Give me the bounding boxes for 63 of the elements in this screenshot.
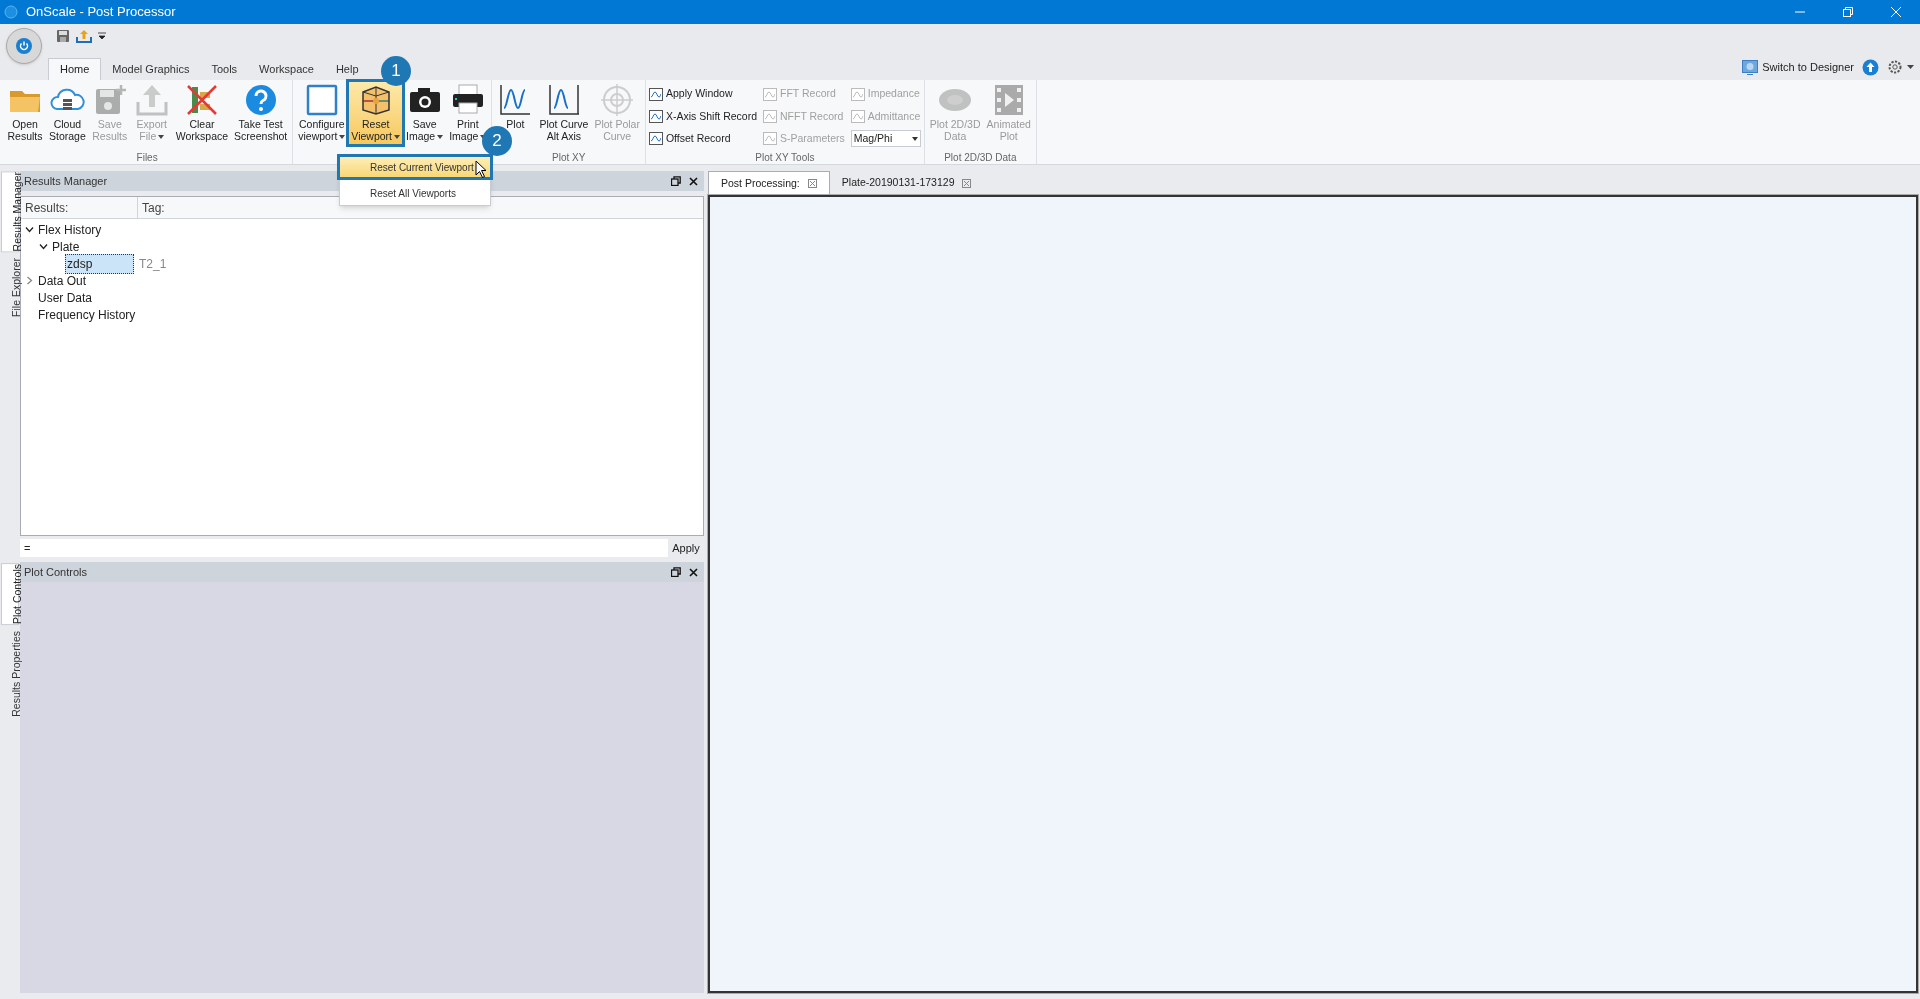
float-icon[interactable] [671, 567, 681, 577]
ribbon-small-button[interactable]: Offset Record [648, 130, 757, 148]
group-label: Files [136, 152, 158, 163]
filter-field[interactable]: = [20, 539, 668, 557]
panel-title: Plot Controls [24, 564, 87, 580]
ribbon-tab[interactable]: Help [324, 58, 370, 80]
caret-icon [339, 135, 346, 140]
app-icon [4, 5, 18, 19]
restore-icon[interactable] [1842, 6, 1854, 18]
ribbon-button[interactable]: Configure viewport [296, 82, 348, 144]
save-icon[interactable] [56, 29, 70, 43]
chevron-down-icon[interactable] [39, 242, 48, 251]
caret-icon [394, 135, 400, 140]
settings-icon[interactable] [1887, 59, 1903, 75]
power-button[interactable] [6, 28, 42, 64]
caret-icon [911, 136, 918, 141]
ribbon-button[interactable]: Clear Workspace [173, 82, 231, 144]
menu-item[interactable]: Reset All Viewports [340, 183, 490, 203]
ribbon-button[interactable]: Reset Viewport [349, 82, 402, 144]
side-tab[interactable]: Plot Controls [1, 563, 19, 626]
format-dropdown[interactable]: Mag/Phi [850, 130, 921, 148]
tag-cell-text: T2_1 [139, 255, 167, 273]
tree-item[interactable]: Frequency History [37, 305, 137, 324]
monitor-icon [1742, 59, 1759, 75]
group-label: Plot 2D/3D Data [944, 152, 1017, 163]
ribbon-small-button[interactable]: X-Axis Shift Record [648, 108, 757, 125]
document-tab[interactable]: Post Processing: [708, 171, 830, 195]
ribbon-button[interactable]: Take Test Screenshot [232, 82, 290, 144]
crosshair-circle-icon [599, 82, 636, 118]
caret-icon [158, 135, 165, 140]
cursor-icon [475, 160, 487, 178]
upload-icon[interactable] [76, 29, 92, 43]
group-label: Plot XY [552, 152, 586, 163]
upgrade-icon[interactable] [1862, 58, 1879, 76]
window-title: OnScale - Post Processor [26, 3, 176, 22]
close-icon[interactable] [689, 567, 698, 577]
switch-to-designer-button[interactable]: Switch to Designer [1762, 58, 1854, 76]
tree-item[interactable]: User Data [37, 288, 94, 307]
ribbon-tab[interactable]: Tools [200, 58, 249, 80]
chevron-down-icon[interactable] [25, 225, 34, 234]
ribbon-tab[interactable]: Home [48, 58, 102, 80]
ribbon-button[interactable]: Cloud Storage [47, 82, 88, 144]
column-header[interactable]: Tag: [142, 198, 165, 217]
ribbon-tab[interactable]: Model Graphics [101, 58, 201, 80]
apply-button[interactable]: Apply [668, 539, 704, 557]
ribbon-tab[interactable]: Workspace [248, 58, 325, 80]
ribbon-small-button[interactable]: Apply Window [648, 85, 757, 103]
tree-item[interactable]: zdsp [65, 253, 134, 274]
power-icon [15, 37, 33, 55]
column-header[interactable]: Results: [25, 198, 69, 217]
tree-item[interactable]: Data Out [37, 271, 88, 290]
ribbon-button[interactable]: Open Results [5, 82, 45, 144]
panel-title: Results Manager [24, 173, 108, 189]
tree-item[interactable]: Plate [51, 237, 81, 256]
group-label: Plot XY Tools [755, 152, 815, 163]
float-icon[interactable] [671, 176, 681, 186]
ribbon-button[interactable]: Plot Curve Alt Axis [537, 82, 591, 144]
tree-item[interactable]: Flex History [37, 220, 103, 239]
caret-icon [437, 135, 444, 140]
chevron-right-icon[interactable] [25, 276, 34, 285]
close-icon[interactable] [689, 176, 698, 186]
caret-icon[interactable] [1907, 64, 1914, 70]
menu-item[interactable]: Reset Current Viewport [340, 157, 490, 177]
